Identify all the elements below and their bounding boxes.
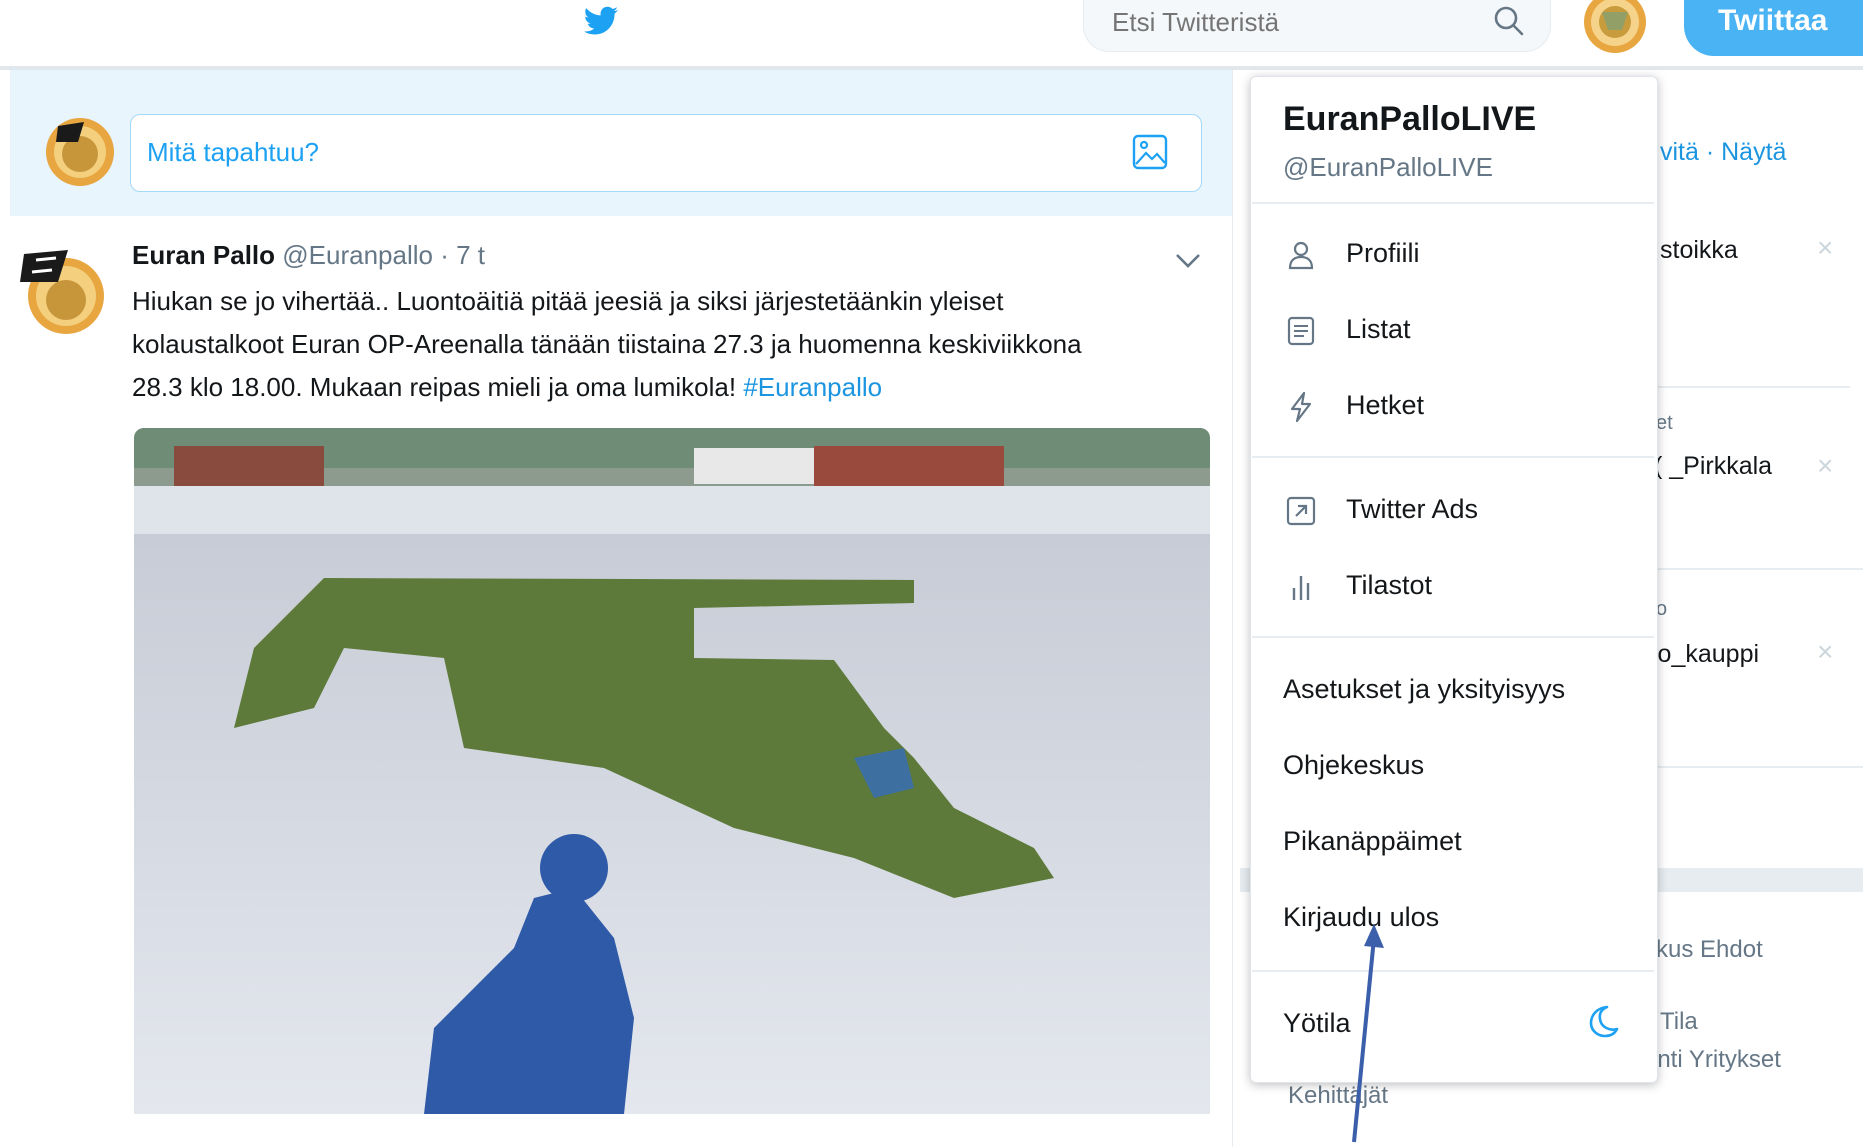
tweet-timestamp[interactable]: · 7 t [440, 240, 485, 270]
account-handle[interactable]: @EuranPalloLIVE [1283, 152, 1493, 183]
menu-item-label: Hetket [1346, 390, 1425, 420]
menu-item-moments[interactable]: Hetket [1252, 372, 1654, 444]
list-icon [1287, 316, 1315, 346]
menu-item-profile[interactable]: Profiili [1252, 220, 1654, 292]
menu-item-analytics[interactable]: Tilastot [1252, 552, 1654, 624]
twitter-bird-icon[interactable] [582, 2, 622, 42]
tweet-header: Euran Pallo @Euranpallo · 7 t [132, 240, 485, 271]
bar-chart-icon [1292, 576, 1310, 600]
dismiss-icon[interactable]: × [1817, 450, 1833, 482]
footer-links-3[interactable]: inti Yritykset [1652, 1046, 1781, 1074]
account-avatar-button[interactable] [1582, 0, 1648, 54]
menu-item-settings[interactable]: Asetukset ja yksityisyys [1283, 674, 1565, 705]
account-display-name[interactable]: EuranPalloLIVE [1283, 100, 1536, 139]
annotation-arrow [1352, 924, 1384, 1143]
dismiss-icon[interactable]: × [1817, 232, 1833, 264]
divider [1650, 568, 1863, 570]
search-icon[interactable] [1492, 4, 1526, 38]
suggested-account-2[interactable]: ( _Pirkkala [1654, 452, 1772, 481]
who-to-follow-refresh-link[interactable]: vitä · Näytä [1660, 138, 1786, 167]
menu-item-twitter-ads[interactable]: Twitter Ads [1252, 476, 1654, 548]
lightning-icon [1290, 391, 1312, 423]
person-icon [1288, 241, 1314, 270]
tweet-author-handle[interactable]: @Euranpallo [282, 240, 433, 270]
suggested-account-3[interactable]: io_kauppi [1652, 640, 1759, 669]
search-input[interactable] [1110, 2, 1474, 42]
menu-item-label: Twitter Ads [1346, 494, 1479, 524]
image-icon[interactable] [1131, 133, 1169, 171]
menu-item-label: Tilastot [1346, 570, 1433, 600]
tweet-text-line: kolaustalkoot Euran OP-Areenalla tänään … [132, 329, 1082, 359]
footer-links-2[interactable]: Tila [1660, 1008, 1698, 1036]
menu-item-help-center[interactable]: Ohjekeskus [1283, 750, 1424, 781]
tweet-text: Hiukan se jo vihertää.. Luontoäitiä pitä… [132, 280, 1222, 409]
menu-item-label: Profiili [1346, 238, 1420, 268]
dismiss-icon[interactable]: × [1817, 636, 1833, 668]
menu-item-keyboard-shortcuts[interactable]: Pikanäppäimet [1283, 826, 1462, 857]
menu-divider [1252, 456, 1654, 458]
divider [1650, 386, 1850, 388]
moon-icon[interactable] [1583, 1002, 1621, 1040]
menu-item-lists[interactable]: Listat [1252, 296, 1654, 368]
tweet-author-name[interactable]: Euran Pallo [132, 240, 275, 270]
tweet-text-line: Hiukan se jo vihertää.. Luontoäitiä pitä… [132, 286, 1004, 316]
user-avatar[interactable] [44, 116, 116, 188]
hashtag-link[interactable]: #Euranpallo [743, 372, 882, 402]
suggested-account-2-meta: et [1656, 412, 1673, 434]
footer-links-1[interactable]: kus Ehdot [1656, 936, 1763, 964]
external-link-icon [1286, 496, 1316, 526]
tweet-button[interactable]: Twiittaa [1684, 0, 1863, 56]
tweet-text-line: 28.3 klo 18.00. Mukaan reipas mieli ja o… [132, 366, 1222, 409]
divider [1650, 766, 1863, 768]
suggested-account-1[interactable]: stoikka [1660, 236, 1738, 265]
menu-divider [1252, 202, 1654, 204]
menu-item-label: Listat [1346, 314, 1411, 344]
search-box[interactable] [1083, 0, 1551, 52]
menu-divider [1252, 636, 1654, 638]
compose-placeholder: Mitä tapahtuu? [147, 137, 320, 167]
tweet-author-avatar[interactable] [18, 246, 108, 336]
tweet-text-fragment: 28.3 klo 18.00. Mukaan reipas mieli ja o… [132, 372, 744, 402]
chevron-down-icon[interactable] [1172, 244, 1204, 276]
compose-input[interactable]: Mitä tapahtuu? [130, 114, 1202, 192]
menu-divider [1252, 970, 1654, 972]
tweet-photo[interactable] [134, 428, 1210, 1114]
